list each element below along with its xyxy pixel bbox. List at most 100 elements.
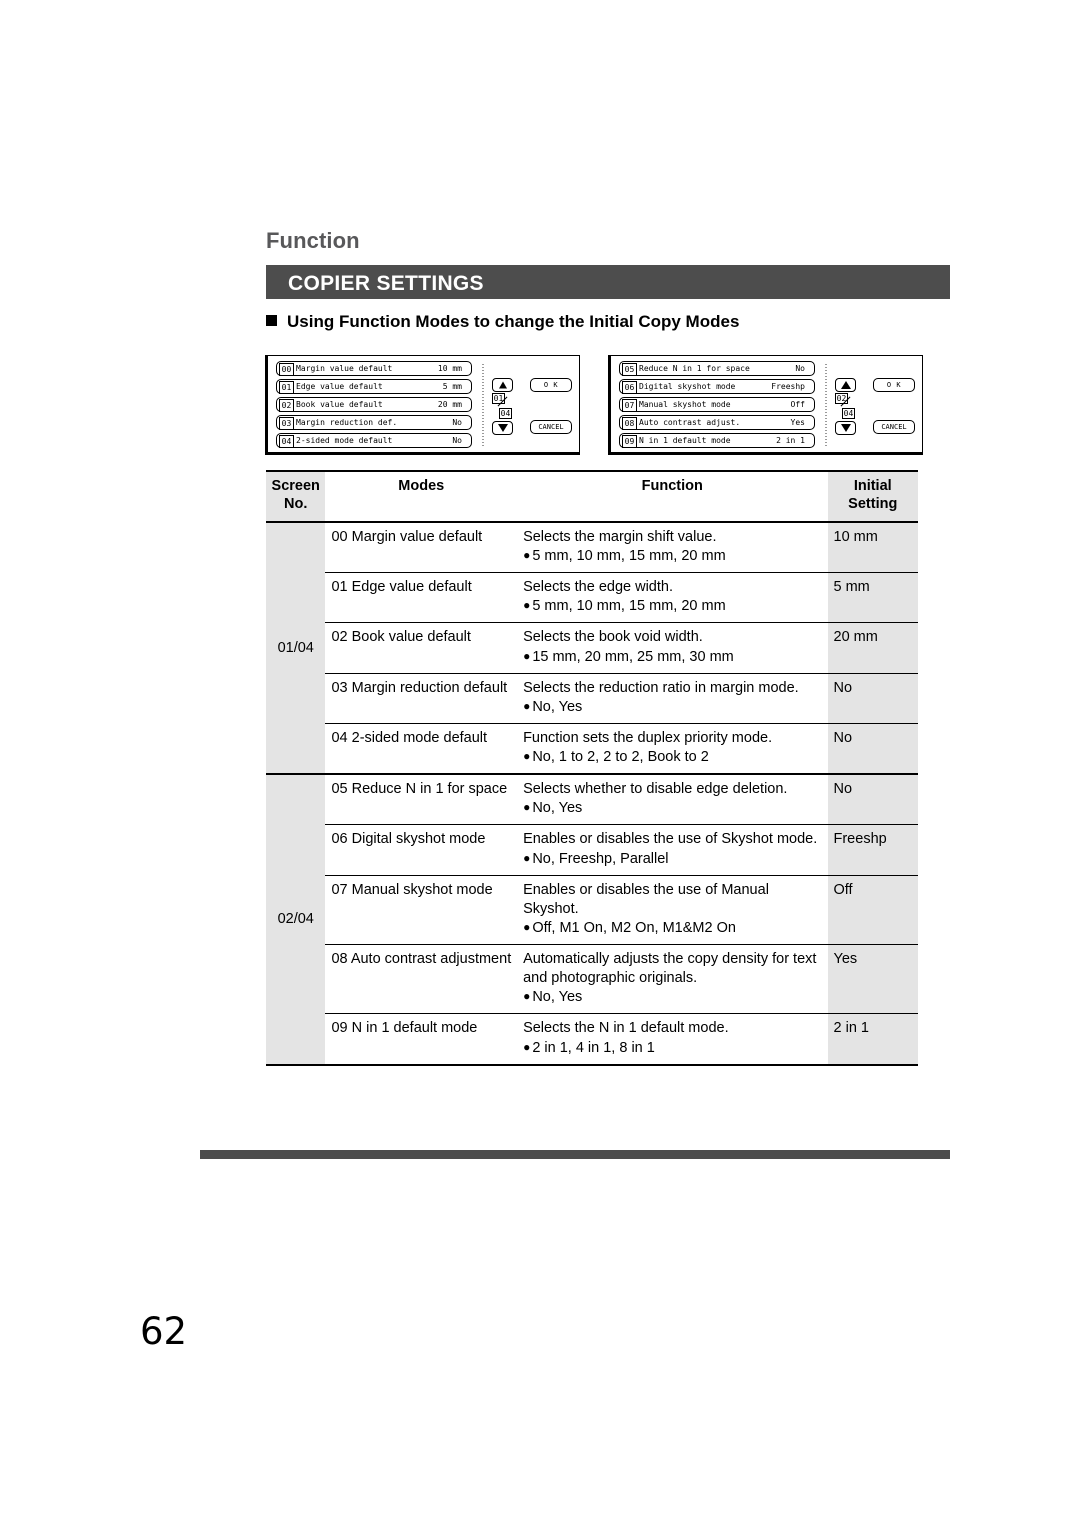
lcd-scroll-cluster: 02 04 <box>835 378 857 435</box>
scroll-up-button[interactable] <box>835 378 856 392</box>
lcd-setting-row[interactable]: 01 Edge value default 5 mm <box>276 379 472 394</box>
lcd-setting-value: 2 in 1 <box>776 436 805 445</box>
function-description: Enables or disables the use of Manual <box>523 881 769 898</box>
cell-mode: 06 Digital skyshot mode <box>325 824 518 876</box>
cell-mode: 00 Margin value default <box>325 521 518 574</box>
lcd-setting-number: 07 <box>622 399 637 412</box>
scroll-down-button[interactable] <box>835 421 856 435</box>
cell-initial-setting: 10 mm <box>827 521 918 574</box>
scroll-down-button[interactable] <box>492 421 513 435</box>
lcd-setting-label: Auto contrast adjust. <box>639 418 741 427</box>
cell-mode: 04 2-sided mode default <box>325 723 518 776</box>
cell-initial-setting: 5 mm <box>827 572 918 624</box>
lcd-setting-number: 02 <box>279 399 294 412</box>
arrow-down-icon <box>497 424 508 432</box>
function-options: ● No, Yes <box>523 989 583 1006</box>
bullet-icon: ● <box>523 1039 531 1054</box>
lcd-setting-row[interactable]: 04 2-sided mode default No <box>276 433 472 448</box>
cell-initial-setting: 20 mm <box>827 622 918 674</box>
col-header-initial-line2: Setting <box>848 495 898 512</box>
lcd-setting-label: Edge value default <box>296 382 383 391</box>
lcd-panel-1: 00 Margin value default 10 mm 01 Edge value … <box>265 355 580 455</box>
function-description: Selects the reduction ratio in margin mo… <box>523 679 799 696</box>
cell-function: Function sets the duplex priority mode. ●… <box>517 723 828 776</box>
running-head: Function <box>266 228 360 253</box>
lcd-setting-row[interactable]: 00 Margin value default 10 mm <box>276 361 472 376</box>
cell-mode: 05 Reduce N in 1 for space <box>325 774 518 826</box>
footer-rule <box>200 1150 950 1159</box>
table-row: 07 Manual skyshot mode Enables or disable… <box>266 875 918 946</box>
lcd-setting-number: 00 <box>279 363 294 376</box>
ok-button[interactable]: O K <box>530 378 572 392</box>
function-options: ● Off, M1 On, M2 On, M1&M2 On <box>523 919 736 936</box>
lcd-setting-row[interactable]: 02 Book value default 20 mm <box>276 397 472 412</box>
subheading: Using Function Modes to change the Initi… <box>266 312 739 332</box>
lcd-setting-list: 05 Reduce N in 1 for space No 06 Digital sky… <box>619 361 815 451</box>
cell-function: Selects the N in 1 default mode. ● 2 in 1,… <box>517 1013 828 1066</box>
table-row: 04 2-sided mode default Function sets the… <box>266 723 918 776</box>
arrow-down-icon <box>840 424 851 432</box>
cell-mode: 02 Book value default <box>325 622 518 674</box>
lcd-setting-value: 5 mm <box>442 382 462 391</box>
cancel-button[interactable]: CANCEL <box>530 420 572 434</box>
col-header-function: Function <box>517 470 828 523</box>
cell-initial-setting: Off <box>827 875 918 946</box>
table-row: 02 Book value default Selects the book vo… <box>266 622 918 674</box>
cell-screen-no: 02/04 <box>266 774 326 1066</box>
lcd-setting-number: 04 <box>279 435 294 448</box>
bullet-icon: ● <box>523 648 531 663</box>
cell-function: Selects the edge width. ● 5 mm, 10 mm, 15 … <box>517 572 828 624</box>
lcd-setting-row[interactable]: 09 N in 1 default mode 2 in 1 <box>619 433 815 448</box>
function-description: Selects the margin shift value. <box>523 528 717 545</box>
cell-initial-setting: No <box>827 774 918 826</box>
ok-button[interactable]: O K <box>873 378 915 392</box>
lcd-setting-row[interactable]: 06 Digital skyshot mode Freeshp <box>619 379 815 394</box>
lcd-setting-label: Margin reduction def. <box>296 418 398 427</box>
cell-initial-setting: No <box>827 673 918 724</box>
bullet-icon: ● <box>523 919 531 934</box>
bullet-icon: ● <box>523 800 531 815</box>
lcd-page-indicator: 01 04 <box>492 393 513 420</box>
cell-initial-setting: No <box>827 723 918 776</box>
cancel-button[interactable]: CANCEL <box>873 420 915 434</box>
lcd-divider <box>825 364 827 446</box>
arrow-up-icon <box>840 381 851 389</box>
lcd-page-total: 04 <box>842 408 855 419</box>
lcd-setting-number: 05 <box>622 363 637 376</box>
bullet-icon: ● <box>523 850 531 865</box>
lcd-setting-list: 00 Margin value default 10 mm 01 Edge value … <box>276 361 472 451</box>
lcd-panel-2: 05 Reduce N in 1 for space No 06 Digital sky… <box>608 355 923 455</box>
function-options: ● 2 in 1, 4 in 1, 8 in 1 <box>523 1039 655 1056</box>
lcd-setting-row[interactable]: 08 Auto contrast adjust. Yes <box>619 415 815 430</box>
table-row: 02/04 05 Reduce N in 1 for space Selects w… <box>266 774 918 1066</box>
lcd-setting-value: No <box>452 436 462 445</box>
col-header-screen-no: Screen No. <box>266 470 326 523</box>
cell-initial-setting: 2 in 1 <box>827 1013 918 1066</box>
lcd-setting-row[interactable]: 07 Manual skyshot mode Off <box>619 397 815 412</box>
lcd-setting-value: Yes <box>790 418 805 427</box>
copier-settings-table: Screen No. Modes Function Initial Settin… <box>266 470 918 1066</box>
cell-function: Enables or disables the use of Manual Sky… <box>517 875 828 946</box>
lcd-setting-row[interactable]: 03 Margin reduction def. No <box>276 415 472 430</box>
col-header-screen-no-line1: Screen <box>271 478 320 494</box>
table-header-row: Screen No. Modes Function Initial Settin… <box>266 470 918 523</box>
black-square-bullet-icon <box>266 315 277 326</box>
lcd-setting-label: Book value default <box>296 400 383 409</box>
cell-function: Selects the margin shift value. ● 5 mm, 10… <box>517 521 828 574</box>
cell-mode: 08 Auto contrast adjustment <box>325 944 518 1015</box>
lcd-setting-row[interactable]: 05 Reduce N in 1 for space No <box>619 361 815 376</box>
cell-screen-no: 01/04 <box>266 521 326 776</box>
cell-initial-setting: Freeshp <box>827 824 918 876</box>
bullet-icon: ● <box>523 698 531 713</box>
lcd-setting-number: 08 <box>622 417 637 430</box>
function-options: ● 15 mm, 20 mm, 25 mm, 30 mm <box>523 648 734 665</box>
bullet-icon: ● <box>523 749 531 764</box>
col-header-initial-setting: Initial Setting <box>827 470 918 523</box>
scroll-up-button[interactable] <box>492 378 513 392</box>
table-row: 01 Edge value default Selects the edge wi… <box>266 572 918 624</box>
table-row: 08 Auto contrast adjustment Automatically… <box>266 944 918 1015</box>
function-description: Enables or disables the use of Skyshot m… <box>523 831 818 848</box>
table-body: 01/04 00 Margin value default Selects the … <box>266 521 918 1066</box>
table-row: 01/04 00 Margin value default Selects the … <box>266 521 918 776</box>
function-description: Selects the edge width. <box>523 579 673 596</box>
